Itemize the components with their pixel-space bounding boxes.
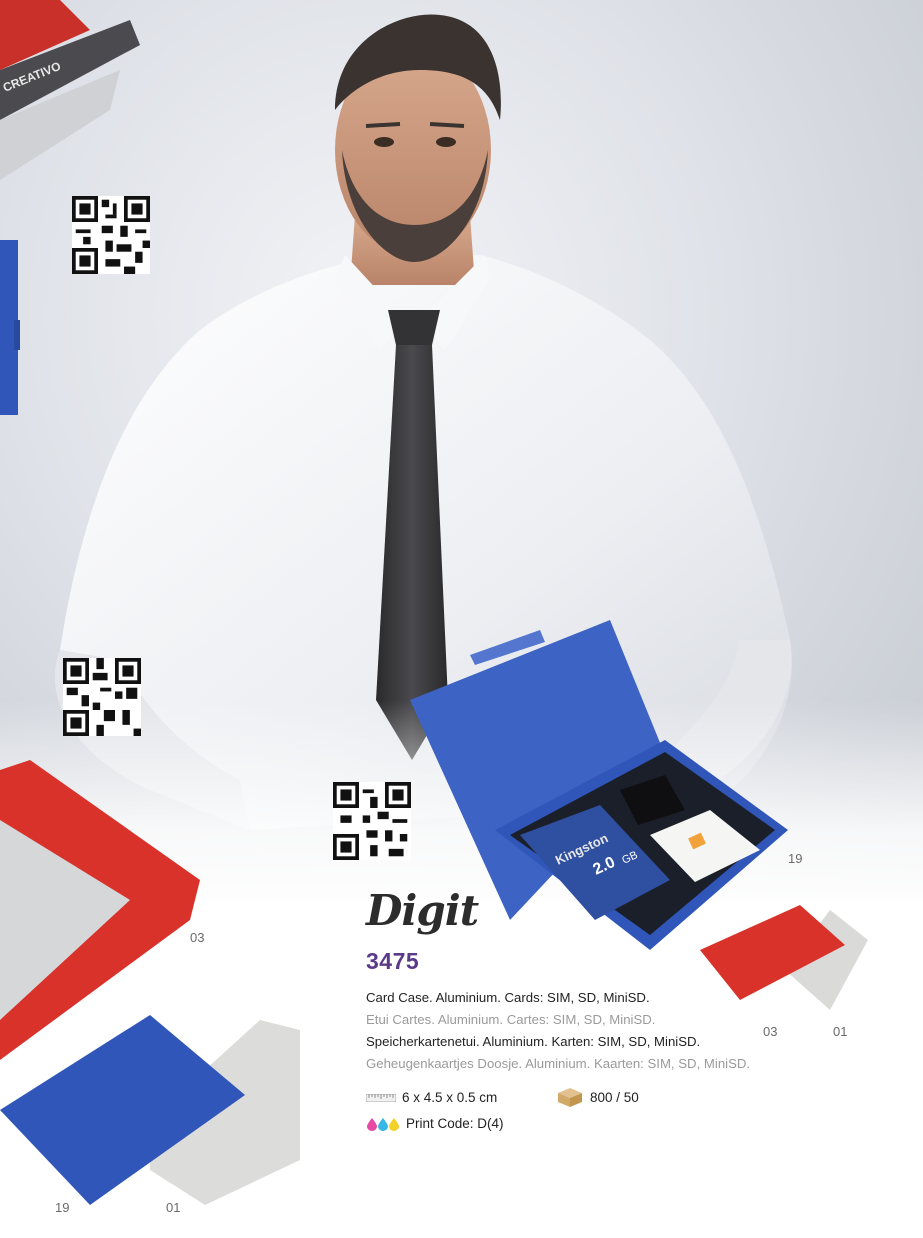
- right-cases-image: [700, 905, 868, 1010]
- color-code-left-red: 03: [190, 930, 205, 945]
- color-code-right-red: 03: [763, 1024, 778, 1039]
- description-fr: Etui Cartes. Aluminium. Cartes: SIM, SD,…: [366, 1012, 656, 1027]
- product-code: 3475: [366, 948, 420, 974]
- spec-packaging: 800 / 50: [556, 1086, 639, 1108]
- qr-code-1: [72, 196, 150, 274]
- color-code-right-silver: 01: [833, 1024, 848, 1039]
- top-left-cases-image: CREATIVO: [0, 0, 140, 180]
- description-en: Card Case. Aluminium. Cards: SIM, SD, Mi…: [366, 990, 650, 1005]
- color-code-bottom-silver: 01: [166, 1200, 181, 1215]
- spec-print-code: Print Code: D(4): [366, 1116, 504, 1131]
- dimensions-text: 6 x 4.5 x 0.5 cm: [402, 1090, 498, 1105]
- packaging-text: 800 / 50: [590, 1089, 639, 1105]
- qr-code-2: [63, 658, 141, 736]
- description-nl: Geheugenkaartjes Doosje. Aluminium. Kaar…: [366, 1056, 751, 1071]
- product-name: Digit: [366, 886, 479, 935]
- color-code-main-blue: 19: [788, 851, 803, 866]
- spec-dimensions: 6 x 4.5 x 0.5 cm: [366, 1090, 497, 1105]
- print-code-text: Print Code: D(4): [406, 1116, 504, 1131]
- description-de: Speicherkartenetui. Aluminium. Karten: S…: [366, 1034, 701, 1049]
- color-code-bottom-blue: 19: [55, 1200, 70, 1215]
- left-blue-case-image: [0, 240, 20, 415]
- ruler-icon: [366, 1093, 396, 1102]
- bottom-cases-image: [0, 1015, 300, 1205]
- ink-drops-icon: [367, 1117, 399, 1131]
- box-icon: [558, 1088, 582, 1107]
- qr-code-3: [333, 782, 411, 860]
